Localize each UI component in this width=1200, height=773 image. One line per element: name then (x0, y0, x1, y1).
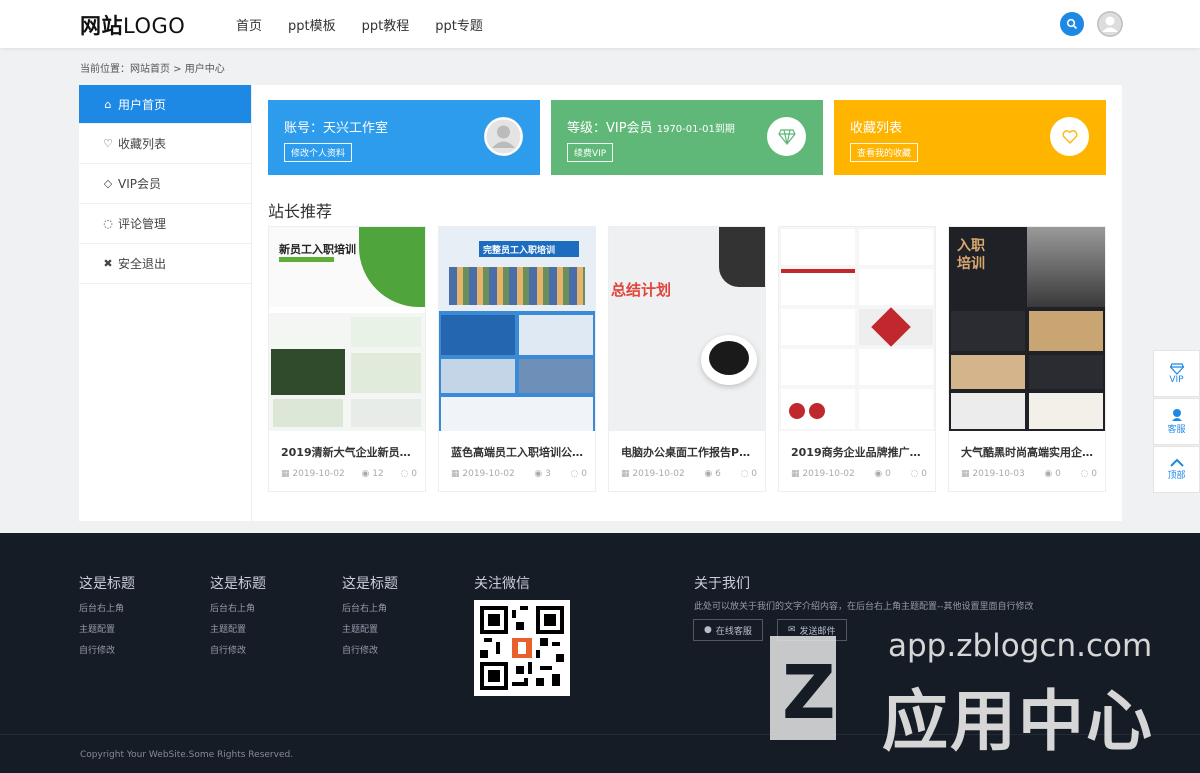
footer-column: 这是标题 后台右上角 主题配置 自行修改 (210, 576, 266, 656)
close-icon: ✖ (103, 257, 113, 270)
service-icon: ● (704, 625, 712, 635)
copyright-text: Copyright Your WebSite.Some Rights Reser… (80, 750, 294, 760)
home-icon: ⌂ (104, 97, 112, 111)
renew-vip-button[interactable]: 续费VIP (567, 143, 614, 162)
breadcrumb: 当前位置：网站首页 > 用户中心 (80, 64, 225, 75)
user-center-panel: ⌂ 用户首页 ♡ 收藏列表 ◇ VIP会员 ◌ 评论管理 ✖ 安全退出 账号：天兴工作室 … (79, 85, 1122, 521)
search-button[interactable] (1060, 12, 1084, 36)
item-title[interactable]: 大气酷黑时尚高端实用企业PPT模板 (961, 444, 1097, 460)
sidebar-item-logout[interactable]: ✖ 安全退出 (79, 244, 251, 284)
vip-badge (767, 117, 806, 156)
date-text: ▦ 2019-10-02 (281, 469, 345, 479)
nav-ppt-templates[interactable]: ppt模板 (288, 15, 336, 34)
date-text: ▦ 2019-10-02 (791, 469, 855, 479)
comments-text: ◌ 0 (740, 469, 757, 479)
favorites-badge (1050, 117, 1089, 156)
thumbnail[interactable]: 完整员工入职培训 (439, 227, 595, 431)
date-text: ▦ 2019-10-03 (961, 469, 1025, 479)
watermark-logo-icon: Z (782, 650, 836, 736)
views-text: ◉ 6 (704, 469, 721, 479)
item-meta: ▦ 2019-10-02 ◉ 3 ◌ 0 (451, 469, 587, 479)
sidebar-item-favorites[interactable]: ♡ 收藏列表 (79, 124, 251, 164)
float-top-button[interactable]: 顶部 (1153, 446, 1200, 493)
user-icon (1097, 11, 1123, 37)
item-meta: ▦ 2019-10-02 ◉ 6 ◌ 0 (621, 469, 757, 479)
user-avatar[interactable] (1097, 11, 1123, 37)
nav-ppt-topics[interactable]: ppt专题 (435, 15, 483, 34)
info-cards: 账号：天兴工作室 修改个人资料 等级：VIP会员 1970-01-01到期 续费… (268, 100, 1106, 175)
list-item[interactable]: 2019商务企业品牌推广方案PPT模板 ▦ 2019-10-02 ◉ 0 ◌ 0 (778, 226, 936, 492)
item-meta: ▦ 2019-10-02 ◉ 0 ◌ 0 (791, 469, 927, 479)
online-service-button[interactable]: ● 在线客服 (693, 619, 763, 641)
float-service-button[interactable]: 客服 (1153, 398, 1200, 445)
nav-home[interactable]: 首页 (236, 15, 262, 34)
arrow-up-icon (1169, 458, 1184, 467)
sidebar-item-user-home[interactable]: ⌂ 用户首页 (79, 85, 251, 124)
recommend-list: 新员工入职培训 2019清新大气企业新员工入职培训PPT模板 ▦ 2019-10… (268, 226, 1106, 492)
list-item[interactable]: 入职培训 大气酷黑时尚高端实用企业PPT模板 ▦ 2019-10-03 ◉ 0 … (948, 226, 1106, 492)
comments-text: ◌ 0 (1080, 469, 1097, 479)
heart-icon: ♡ (103, 137, 113, 150)
diamond-icon: ◇ (103, 177, 113, 190)
user-icon (484, 117, 523, 156)
views-text: ◉ 12 (361, 469, 384, 479)
date-text: ▦ 2019-10-02 (621, 469, 685, 479)
thumbnail[interactable]: 新员工入职培训 (269, 227, 425, 431)
vip-expire: 1970-01-01到期 (656, 124, 735, 135)
list-item[interactable]: 完整员工入职培训 蓝色高端员工入职培训公司介绍PPT模板 ▦ 2019-10-0… (438, 226, 596, 492)
favorites-title: 收藏列表 (850, 121, 903, 136)
about-description: 此处可以放关于我们的文字介绍内容，在后台右上角主题配置--其他设置里面自行修改 (694, 602, 1034, 612)
list-item[interactable]: 新员工入职培训 2019清新大气企业新员工入职培训PPT模板 ▦ 2019-10… (268, 226, 426, 492)
nav-ppt-tutorials[interactable]: ppt教程 (362, 15, 410, 34)
top-header: 网站LOGO 首页 ppt模板 ppt教程 ppt专题 (0, 0, 1200, 48)
float-vip-button[interactable]: VIP (1153, 350, 1200, 397)
views-text: ◉ 0 (1044, 469, 1061, 479)
comments-text: ◌ 0 (570, 469, 587, 479)
item-title[interactable]: 电脑办公桌面工作报告PPT模板 (621, 444, 757, 460)
list-item[interactable]: 总结计划 电脑办公桌面工作报告PPT模板 ▦ 2019-10-02 ◉ 6 ◌ … (608, 226, 766, 492)
thumbnail[interactable] (779, 227, 935, 431)
diamond-icon (777, 128, 796, 145)
item-meta: ▦ 2019-10-03 ◉ 0 ◌ 0 (961, 469, 1097, 479)
heart-icon (1062, 129, 1077, 144)
date-text: ▦ 2019-10-02 (451, 469, 515, 479)
sidebar-item-vip[interactable]: ◇ VIP会员 (79, 164, 251, 204)
sidebar-item-comments[interactable]: ◌ 评论管理 (79, 204, 251, 244)
watermark: Z app.zblogcn.com 应用中心 (770, 628, 1190, 768)
views-text: ◉ 3 (534, 469, 551, 479)
account-card: 账号：天兴工作室 修改个人资料 (268, 100, 540, 175)
item-title[interactable]: 2019商务企业品牌推广方案PPT模板 (791, 444, 927, 460)
vip-card: 等级：VIP会员 1970-01-01到期 续费VIP (551, 100, 823, 175)
item-meta: ▦ 2019-10-02 ◉ 12 ◌ 0 (281, 469, 417, 479)
footer-column: 这是标题 后台右上角 主题配置 自行修改 (79, 576, 135, 656)
favorites-card: 收藏列表 查看我的收藏 (834, 100, 1106, 175)
wechat-qr-code (474, 600, 570, 696)
about-column: 关于我们 (694, 576, 750, 592)
recommend-title: 站长推荐 (268, 202, 333, 221)
item-title[interactable]: 2019清新大气企业新员工入职培训PPT模板 (281, 444, 417, 460)
comments-text: ◌ 0 (910, 469, 927, 479)
diamond-icon (1169, 362, 1184, 375)
site-logo[interactable]: 网站LOGO (80, 10, 185, 40)
edit-profile-button[interactable]: 修改个人资料 (284, 143, 353, 162)
vip-title: 等级：VIP会员 1970-01-01到期 (567, 121, 735, 136)
thumbnail[interactable]: 总结计划 (609, 227, 765, 431)
comments-text: ◌ 0 (400, 469, 417, 479)
sidebar: ⌂ 用户首页 ♡ 收藏列表 ◇ VIP会员 ◌ 评论管理 ✖ 安全退出 (79, 85, 252, 521)
search-icon (1066, 18, 1078, 30)
wechat-column: 关注微信 (474, 576, 530, 592)
main-nav: 首页 ppt模板 ppt教程 ppt专题 (236, 15, 483, 34)
views-text: ◉ 0 (874, 469, 891, 479)
footer-column: 这是标题 后台右上角 主题配置 自行修改 (342, 576, 398, 656)
account-avatar (484, 117, 523, 156)
thumbnail[interactable]: 入职培训 (949, 227, 1105, 431)
comment-icon: ◌ (103, 217, 113, 230)
view-favorites-button[interactable]: 查看我的收藏 (850, 143, 919, 162)
service-icon (1171, 409, 1182, 421)
item-title[interactable]: 蓝色高端员工入职培训公司介绍PPT模板 (451, 444, 587, 460)
account-title: 账号：天兴工作室 (284, 121, 389, 136)
